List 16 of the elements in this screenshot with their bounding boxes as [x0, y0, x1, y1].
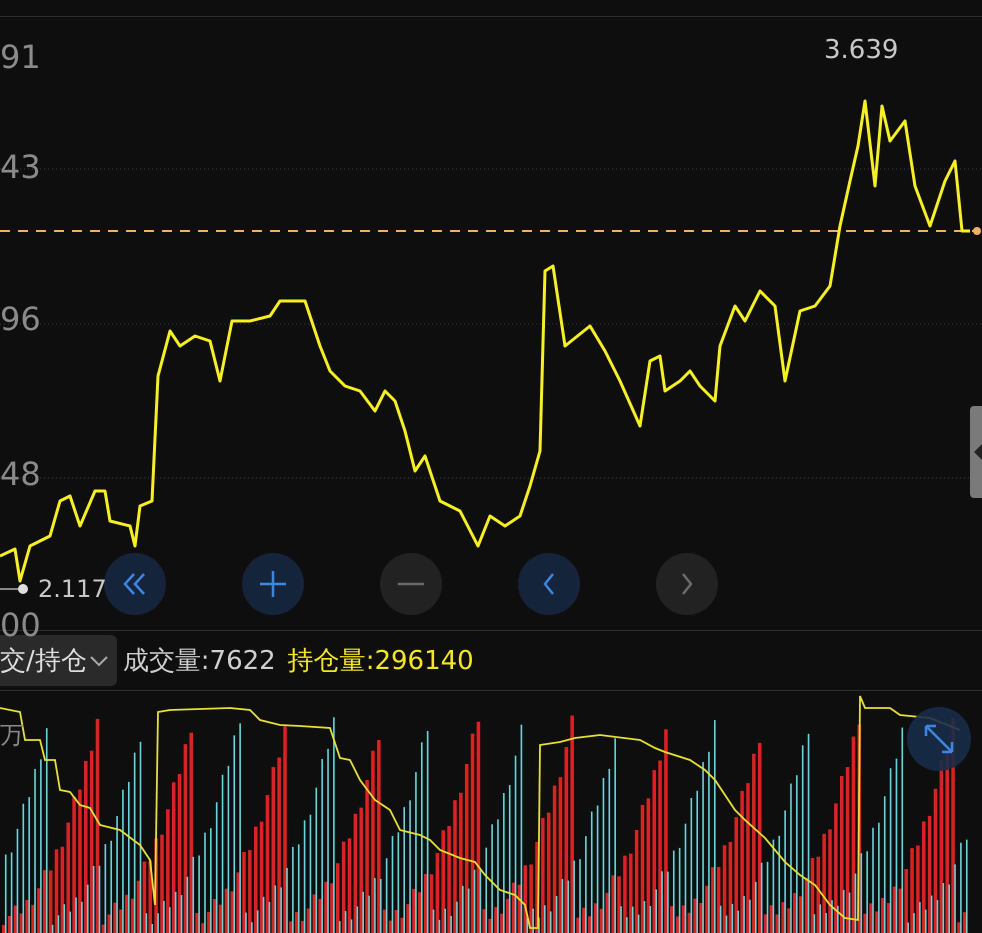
plus-icon: [258, 569, 288, 599]
chevron-down-icon: [88, 654, 109, 668]
triangle-left-icon: [972, 442, 982, 462]
side-panel-handle[interactable]: [970, 406, 982, 498]
low-price-label: 2.117: [38, 575, 107, 603]
unit-label: 万: [0, 720, 24, 751]
indicator-selector[interactable]: 交/持仓: [0, 635, 117, 686]
volume-reading: 成交量:7622: [122, 645, 276, 678]
axis-label: 43: [0, 149, 41, 185]
high-price-label: 3.639: [824, 35, 898, 65]
low-marker-icon: [0, 584, 28, 594]
axis-label: 91: [0, 39, 41, 75]
axis-label: 96: [0, 301, 41, 337]
minus-icon: [396, 582, 426, 586]
open-interest-reading: 持仓量:296140: [288, 645, 474, 678]
axis-label: 48: [0, 456, 41, 492]
